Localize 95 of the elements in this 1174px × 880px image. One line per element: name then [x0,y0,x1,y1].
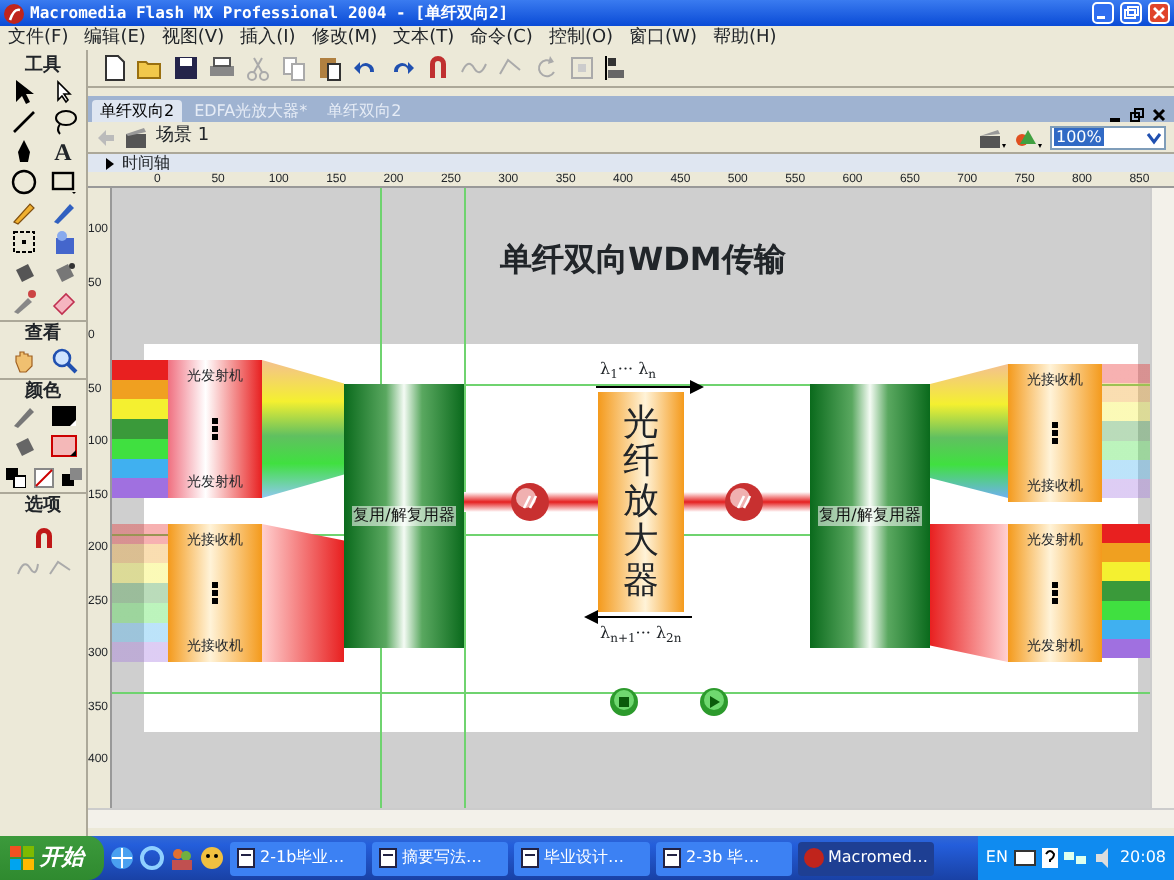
wavelength-label: λ$_{1}$··· λ$_{n}$ [600,360,657,380]
window-title: Macromedia Flash MX Professional 2004 - [单纤双向2] [30,3,511,23]
new-file-icon[interactable] [100,54,128,82]
smiley-icon[interactable] [200,846,224,870]
swap-colors-icon[interactable] [61,468,81,489]
arrow-line [584,610,692,624]
taskbar-window-button[interactable]: 摘要写法… [372,841,508,875]
menu-item[interactable]: 帮助(H) [704,27,785,49]
stop-button-icon[interactable] [610,688,638,716]
oval-icon[interactable] [9,167,37,196]
smooth-icon [15,558,39,579]
rainbow-drawing [112,360,168,498]
rectangle-icon[interactable] [49,167,77,196]
vertical-dots-icon [1052,422,1058,444]
help-icon[interactable] [1041,848,1058,868]
save-icon[interactable] [172,54,200,82]
menu-item[interactable]: 视图(V) [153,27,233,49]
menu-item[interactable]: 命令(C) [462,27,541,49]
dropdown-caret-icon[interactable] [1144,127,1164,147]
vertical-dots-icon [212,582,218,604]
straighten-icon [47,558,71,579]
play-button-icon[interactable] [700,688,728,716]
magnet-icon[interactable] [31,526,55,551]
vertical-scrollbar[interactable] [1150,188,1174,808]
edit-scene-icon[interactable] [978,125,1006,149]
edit-symbol-icon[interactable] [1014,125,1042,149]
timeline-label[interactable]: 时间轴 [122,153,170,173]
wavelength-label: λ$_{n+1}$··· λ$_{2n}$ [600,624,682,644]
windows-logo-icon [10,846,34,870]
language-indicator[interactable]: EN [985,848,1008,868]
taskbar-window-button[interactable]: 2-3b 毕… [656,841,792,875]
magnifier-icon[interactable] [49,345,77,374]
rainbow-drawing [112,524,168,662]
panel-heading: 查看 [0,319,86,346]
document-icon [662,848,682,868]
zoom-field[interactable]: 100% [1050,125,1166,149]
menu-item[interactable]: 修改(M) [303,27,386,49]
document-icon [236,848,256,868]
document-icon [378,848,398,868]
menu-item[interactable]: 插入(I) [232,27,304,49]
stroke-color-icon[interactable] [9,402,37,431]
scene-name[interactable]: 场景 1 [156,126,210,148]
restore-icon[interactable] [1120,2,1142,24]
menu-item[interactable]: 编辑(E) [76,27,154,49]
horizontal-scrollbar[interactable] [88,808,1174,828]
light-beam-drawing [930,524,1008,662]
text-tool[interactable]: A [54,137,72,166]
vertical-dots-icon [1052,582,1058,604]
volume-icon[interactable] [1093,848,1114,868]
menu-item[interactable]: 文件(F) [0,27,77,49]
menu-item[interactable]: 控制(O) [540,27,622,49]
document-icon [520,848,540,868]
fiber-coupler-icon [724,482,764,522]
clapper-icon [124,126,148,148]
clock: 20:08 [1119,848,1166,868]
vertical-dots-icon [212,418,218,440]
eyedropper-icon[interactable] [9,287,37,316]
stroke-swatch-icon[interactable] [49,402,77,431]
default-colors-icon[interactable] [5,468,25,489]
hand-icon[interactable] [9,345,37,374]
app-logo-icon [804,848,824,868]
rainbow-drawing [1102,524,1150,658]
document-tab[interactable]: 单纤双向2 [92,100,183,122]
amplifier-label: 光纤放大器 [623,403,659,601]
globe-icon[interactable] [110,846,134,870]
menu-item[interactable]: 窗口(W) [621,27,705,49]
fiber-coupler-icon [510,482,550,522]
menu-item[interactable]: 文本(T) [385,27,463,49]
start-button[interactable]: 开始 [0,836,104,880]
panel-heading: 选项 [0,492,86,519]
snap-magnet-icon[interactable] [424,54,452,82]
fill-swatch-icon[interactable] [49,432,77,461]
taskbar-window-button[interactable]: 毕业设计… [514,841,650,875]
line-icon[interactable] [9,107,37,136]
expand-triangle-icon[interactable] [104,157,116,169]
light-beam-drawing [262,524,344,662]
panel-heading: 工具 [23,54,63,78]
minimize-icon[interactable] [1092,2,1114,24]
paste-icon[interactable] [316,54,344,82]
close-icon[interactable] [1152,108,1166,122]
multiplexer-label: 复用/解复用器 [817,506,923,526]
taskbar-window-button[interactable]: Macromed… [798,841,934,875]
app-logo-icon [4,3,24,23]
rainbow-drawing [1102,364,1150,498]
multiplexer-label: 复用/解复用器 [351,506,457,526]
arrow-line [596,380,704,394]
eraser-icon[interactable] [49,287,77,316]
restore-icon[interactable] [1130,108,1144,122]
free-transform-icon[interactable] [9,227,37,256]
lasso-icon[interactable] [49,107,77,136]
taskbar-window-button[interactable]: 2-1b毕业… [230,841,366,875]
panel-heading: 颜色 [0,377,86,403]
no-color-icon[interactable] [33,468,53,489]
stage-title: 单纤双向WDM传输 [500,240,786,279]
print-icon[interactable] [208,54,236,82]
